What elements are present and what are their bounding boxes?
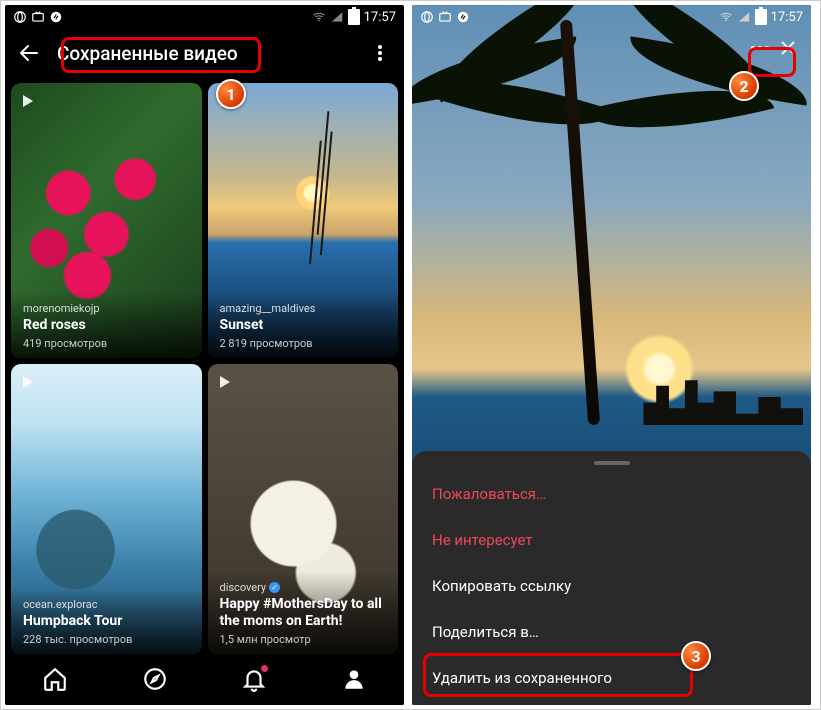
- card-title: Humpback Tour: [23, 613, 190, 630]
- card-views: 2 819 просмотров: [220, 337, 387, 350]
- play-icon: [220, 95, 230, 107]
- status-bar: 17:57: [412, 5, 811, 29]
- bottom-nav: [5, 657, 404, 705]
- close-button[interactable]: [775, 35, 801, 61]
- menu-report[interactable]: Пожаловаться…: [412, 471, 811, 517]
- opera-icon: [420, 10, 434, 24]
- play-icon: [23, 376, 33, 388]
- nav-profile[interactable]: [341, 666, 367, 696]
- play-icon: [220, 376, 230, 388]
- clock: 17:57: [364, 10, 396, 25]
- video-card[interactable]: discovery✓ Happy #MothersDay to all the …: [208, 364, 399, 654]
- phone-left: 17:57 Сохраненные видео morenomiekojp Re…: [5, 5, 404, 705]
- video-card[interactable]: ocean.explorac Humpback Tour 228 тыс. пр…: [11, 364, 202, 654]
- verified-icon: ✓: [269, 582, 280, 593]
- menu-remove-saved[interactable]: Удалить из сохраненного: [412, 655, 811, 701]
- tv-icon: [31, 10, 45, 24]
- card-title: Happy #MothersDay to all the moms on Ear…: [220, 596, 387, 630]
- battery-icon: [348, 9, 360, 25]
- wifi-icon: [719, 10, 733, 24]
- nav-home[interactable]: [42, 666, 68, 696]
- opera-icon: [13, 10, 27, 24]
- card-author: ocean.explorac: [23, 598, 190, 611]
- video-card[interactable]: amazing__maldives Sunset 2 819 просмотро…: [208, 83, 399, 358]
- card-author: morenomiekojp: [23, 302, 190, 315]
- play-icon: [23, 95, 33, 107]
- card-title: Red roses: [23, 317, 190, 334]
- shazam-icon: [456, 10, 470, 24]
- signal-icon: [330, 10, 344, 24]
- nav-notifications[interactable]: [241, 666, 267, 696]
- video-more-button[interactable]: [751, 46, 769, 50]
- battery-icon: [755, 9, 767, 25]
- saved-videos-grid: morenomiekojp Red roses 419 просмотров a…: [5, 77, 404, 660]
- card-views: 1,5 млн просмотр: [220, 633, 387, 646]
- clock: 17:57: [771, 10, 803, 25]
- more-menu-button[interactable]: [368, 41, 392, 65]
- page-title: Сохраненные видео: [57, 42, 352, 65]
- menu-copy-link[interactable]: Копировать ссылку: [412, 563, 811, 609]
- card-author: amazing__maldives: [220, 302, 387, 315]
- phone-right: 17:57 Пожаловаться… Не интересует Копиро…: [412, 5, 811, 705]
- video-card[interactable]: morenomiekojp Red roses 419 просмотров: [11, 83, 202, 358]
- shazam-icon: [49, 10, 63, 24]
- back-button[interactable]: [17, 41, 41, 65]
- card-views: 228 тыс. просмотров: [23, 633, 190, 646]
- menu-share[interactable]: Поделиться в…: [412, 609, 811, 655]
- card-author: discovery✓: [220, 581, 387, 594]
- wifi-icon: [312, 10, 326, 24]
- nav-explore[interactable]: [142, 666, 168, 696]
- app-header: Сохраненные видео: [5, 29, 404, 77]
- action-sheet: Пожаловаться… Не интересует Копировать с…: [412, 451, 811, 705]
- card-views: 419 просмотров: [23, 337, 190, 350]
- tv-icon: [438, 10, 452, 24]
- signal-icon: [737, 10, 751, 24]
- menu-not-interested[interactable]: Не интересует: [412, 517, 811, 563]
- sheet-handle[interactable]: [594, 461, 630, 465]
- status-bar: 17:57: [5, 5, 404, 29]
- card-title: Sunset: [220, 317, 387, 334]
